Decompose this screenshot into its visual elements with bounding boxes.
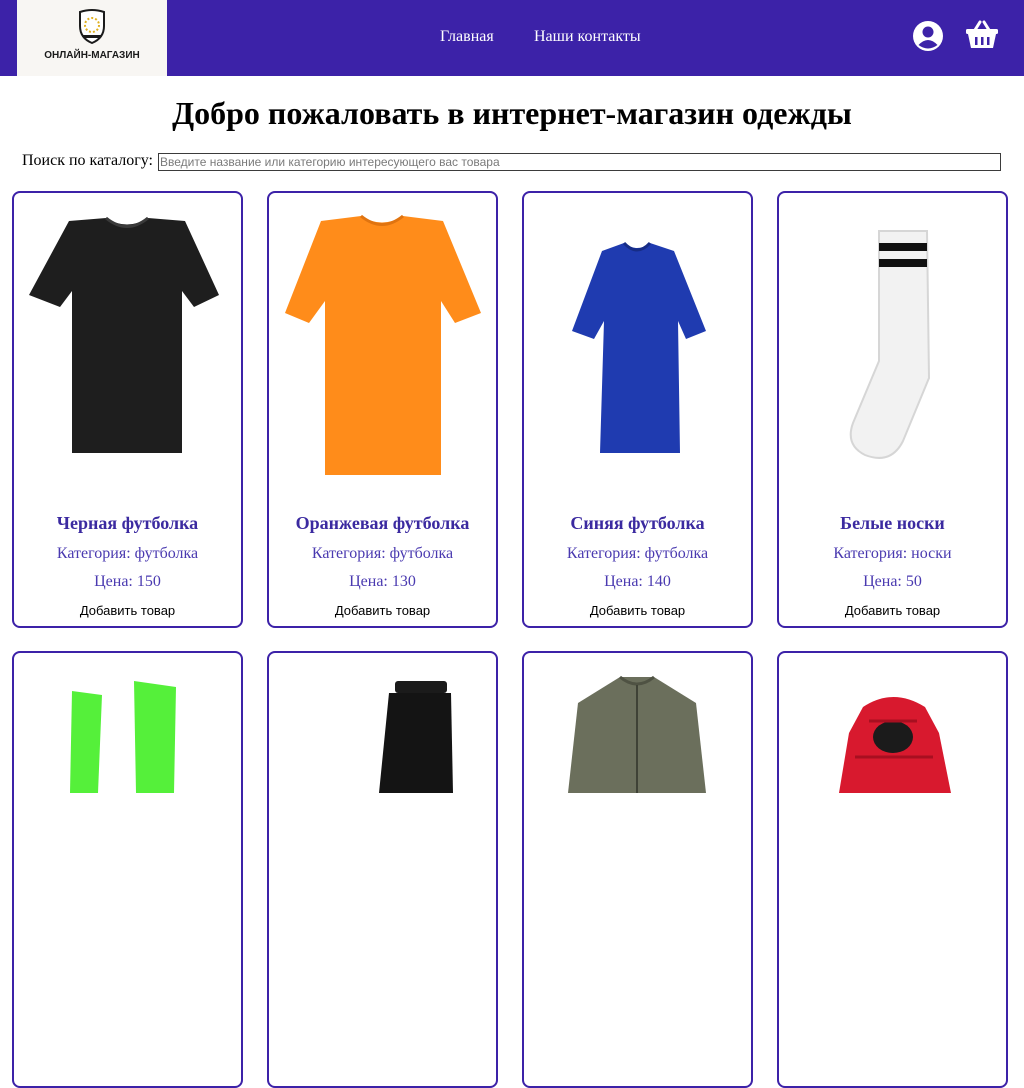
product-category: Категория: футболка <box>566 545 709 562</box>
product-card <box>777 651 1008 1088</box>
site-header: ОНЛАЙН-МАГАЗИН Главная Наши контакты <box>0 0 1024 76</box>
add-to-cart-button[interactable]: Добавить товар <box>524 603 751 618</box>
product-name[interactable]: Синяя футболка <box>524 513 751 534</box>
logo[interactable]: ОНЛАЙН-МАГАЗИН <box>17 0 167 76</box>
shopping-basket-icon[interactable] <box>965 20 999 50</box>
product-card: Оранжевая футболка Категория: футболка Ц… <box>267 191 498 628</box>
add-to-cart-button[interactable]: Добавить товар <box>269 603 496 618</box>
olive-jacket-image <box>568 675 706 793</box>
search-input[interactable] <box>158 153 1001 171</box>
add-to-cart-button[interactable]: Добавить товар <box>14 603 241 618</box>
product-price: Цена: 130 <box>349 573 416 590</box>
product-price: Цена: 150 <box>94 573 161 590</box>
product-card: Синяя футболка Категория: футболка Цена:… <box>522 191 753 628</box>
logo-text: ОНЛАЙН-МАГАЗИН <box>44 50 140 61</box>
product-price: Цена: 140 <box>604 573 671 590</box>
add-to-cart-button[interactable]: Добавить товар <box>779 603 1006 618</box>
blue-tshirt-image <box>572 241 706 453</box>
shield-logo-icon <box>79 9 105 44</box>
red-puffer-jacket-image <box>839 697 951 793</box>
product-category: Категория: футболка <box>311 545 454 562</box>
black-pants-image <box>379 681 453 793</box>
black-tshirt-image <box>29 216 219 453</box>
green-socks-image <box>70 681 176 793</box>
search-label: Поиск по каталогу: <box>22 152 153 169</box>
nav-contacts-link[interactable]: Наши контакты <box>534 28 641 46</box>
product-card <box>267 651 498 1088</box>
product-card: Белые носки Категория: носки Цена: 50 До… <box>777 191 1008 628</box>
user-circle-icon[interactable] <box>912 20 944 52</box>
product-name[interactable]: Оранжевая футболка <box>269 513 496 534</box>
product-card <box>522 651 753 1088</box>
white-socks-image <box>849 230 931 459</box>
product-card: Черная футболка Категория: футболка Цена… <box>12 191 243 628</box>
product-name[interactable]: Черная футболка <box>14 513 241 534</box>
page-title: Добро пожаловать в интернет-магазин одеж… <box>172 95 852 131</box>
product-category: Категория: носки <box>833 545 952 562</box>
product-card <box>12 651 243 1088</box>
product-name[interactable]: Белые носки <box>779 513 1006 534</box>
product-price: Цена: 50 <box>863 573 922 590</box>
product-category: Категория: футболка <box>56 545 199 562</box>
nav-home-link[interactable]: Главная <box>440 28 494 46</box>
orange-tshirt-image <box>285 214 481 475</box>
